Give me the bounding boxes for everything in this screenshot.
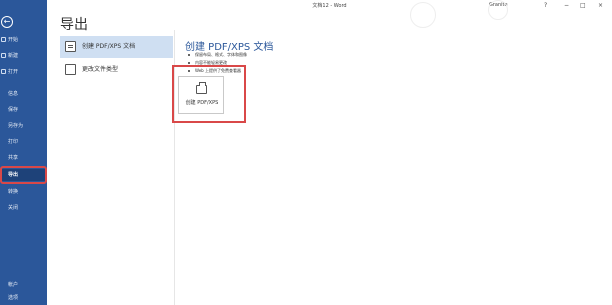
create-pdf-xps-button-label: 创建 PDF/XPS bbox=[185, 100, 219, 106]
word-backstage-export: ← 开始 新建 打开 信息 保存 另存为 打印 共享 导出 转换 关闭 帐户 选… bbox=[0, 0, 612, 305]
help-button[interactable]: ? bbox=[544, 2, 547, 9]
sidebar-item-label: 另存为 bbox=[8, 123, 24, 129]
folder-icon bbox=[1, 69, 6, 74]
list-item: 保留布局、格式、字体和图像 bbox=[187, 51, 247, 59]
sidebar-item-share[interactable]: 共享 bbox=[0, 152, 47, 164]
sidebar-item-label: 关闭 bbox=[8, 205, 19, 211]
close-button[interactable]: × bbox=[598, 2, 603, 9]
sidebar-item-convert[interactable]: 转换 bbox=[0, 186, 47, 198]
title-bar: 文档12 - Word Granite ? − □ × bbox=[47, 0, 612, 12]
printer-icon bbox=[196, 82, 207, 94]
sidebar-item-label: 打印 bbox=[8, 139, 19, 145]
file-type-icon bbox=[65, 64, 76, 75]
sidebar-item-label: 新建 bbox=[8, 53, 19, 59]
backstage-sidebar: ← 开始 新建 打开 信息 保存 另存为 打印 共享 导出 转换 关闭 帐户 选… bbox=[0, 0, 47, 305]
sidebar-item-home[interactable]: 开始 bbox=[0, 34, 47, 46]
restore-button[interactable]: □ bbox=[580, 2, 586, 9]
sidebar-item-label: 信息 bbox=[8, 91, 19, 97]
sidebar-item-label: 共享 bbox=[8, 155, 19, 161]
sidebar-item-save-as[interactable]: 另存为 bbox=[0, 120, 47, 132]
sidebar-item-label: 选项 bbox=[8, 295, 19, 301]
sidebar-item-label: 保存 bbox=[8, 107, 19, 113]
create-pdf-xps-button[interactable]: 创建 PDF/XPS bbox=[178, 76, 224, 114]
option-label: 更改文件类型 bbox=[82, 66, 119, 73]
sidebar-item-label: 转换 bbox=[8, 189, 19, 195]
back-arrow-icon[interactable]: ← bbox=[1, 16, 13, 28]
export-highlight-box bbox=[0, 166, 47, 184]
sidebar-item-account[interactable]: 帐户 bbox=[0, 279, 47, 291]
sidebar-item-label: 打开 bbox=[8, 69, 19, 75]
document-title: 文档12 - Word bbox=[312, 3, 347, 9]
background-decoration bbox=[488, 0, 508, 20]
sidebar-item-print[interactable]: 打印 bbox=[0, 136, 47, 148]
pdf-document-icon bbox=[65, 41, 76, 52]
sidebar-item-close[interactable]: 关闭 bbox=[0, 202, 47, 214]
background-decoration bbox=[410, 2, 436, 28]
option-create-pdf-xps[interactable]: 创建 PDF/XPS 文档 bbox=[60, 36, 173, 58]
minimize-button[interactable]: − bbox=[564, 2, 569, 9]
sidebar-item-save[interactable]: 保存 bbox=[0, 104, 47, 116]
new-doc-icon bbox=[1, 53, 6, 58]
sidebar-item-options[interactable]: 选项 bbox=[0, 292, 47, 304]
sidebar-item-label: 开始 bbox=[8, 37, 19, 43]
home-icon bbox=[1, 37, 6, 42]
option-change-file-type[interactable]: 更改文件类型 bbox=[60, 59, 173, 81]
sidebar-item-new[interactable]: 新建 bbox=[0, 50, 47, 62]
sidebar-item-info[interactable]: 信息 bbox=[0, 88, 47, 100]
option-label: 创建 PDF/XPS 文档 bbox=[82, 43, 136, 50]
sidebar-item-label: 帐户 bbox=[8, 282, 19, 288]
sidebar-item-open[interactable]: 打开 bbox=[0, 66, 47, 78]
